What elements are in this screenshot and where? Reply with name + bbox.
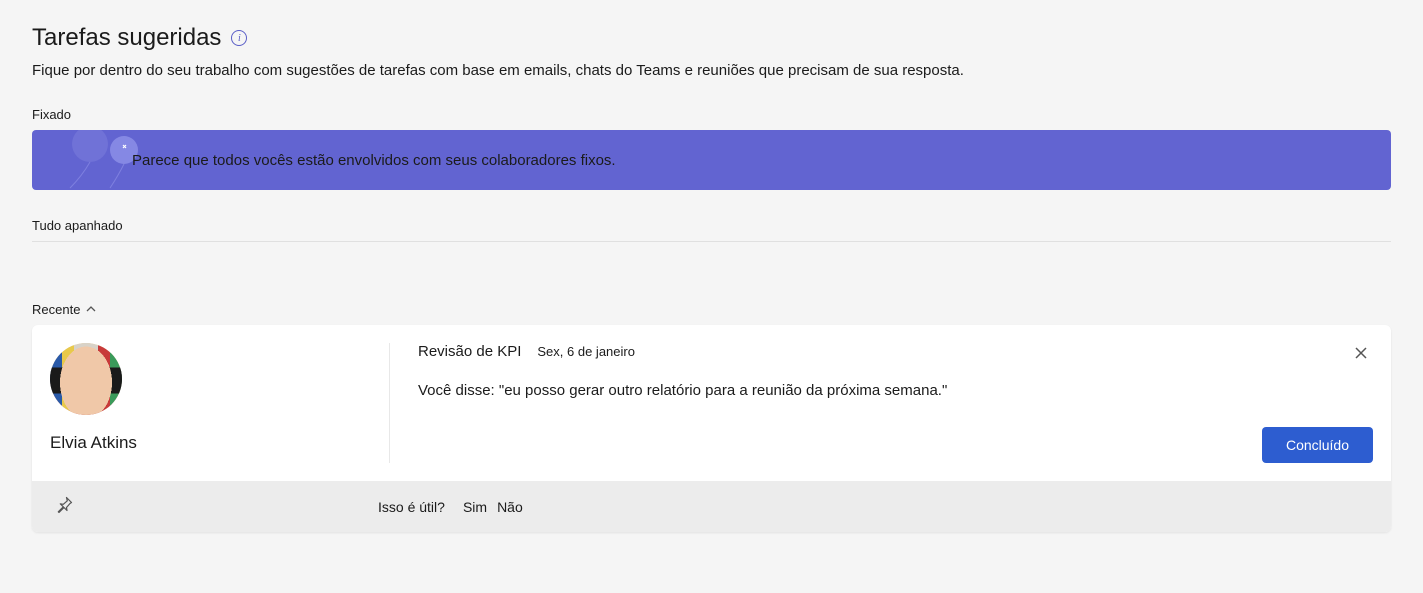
pinned-banner-text: Parece que todos vocês estão envolvidos … xyxy=(132,152,616,169)
section-recent-toggle[interactable]: Recente xyxy=(32,302,1391,317)
close-button[interactable] xyxy=(1349,341,1373,368)
task-date: Sex, 6 de janeiro xyxy=(537,344,635,359)
page-subtitle: Fique por dentro do seu trabalho com sug… xyxy=(32,62,1391,79)
section-recent-label: Recente xyxy=(32,302,80,317)
suggested-task-card: Elvia Atkins Revisão de KPI Sex, 6 de ja… xyxy=(32,325,1391,532)
task-body: Você disse: "eu posso gerar outro relató… xyxy=(418,382,1373,399)
pin-button[interactable] xyxy=(50,491,78,522)
section-pinned-label: Fixado xyxy=(32,107,1391,122)
feedback-prompt: Isso é útil? xyxy=(378,499,445,515)
page-title: Tarefas sugeridas xyxy=(32,24,221,52)
section-caughtup-label: Tudo apanhado xyxy=(32,218,1391,242)
done-button[interactable]: Concluído xyxy=(1262,427,1373,463)
feedback-yes-button[interactable]: Sim xyxy=(463,499,487,515)
chevron-up-icon xyxy=(86,302,96,317)
task-title: Revisão de KPI xyxy=(418,343,521,360)
pin-icon xyxy=(54,495,74,515)
feedback-no-button[interactable]: Não xyxy=(497,499,523,515)
info-icon[interactable]: i xyxy=(231,30,247,46)
avatar xyxy=(50,343,122,415)
pinned-banner: Parece que todos vocês estão envolvidos … xyxy=(32,130,1391,190)
close-icon xyxy=(1353,345,1369,361)
person-name: Elvia Atkins xyxy=(50,433,137,453)
